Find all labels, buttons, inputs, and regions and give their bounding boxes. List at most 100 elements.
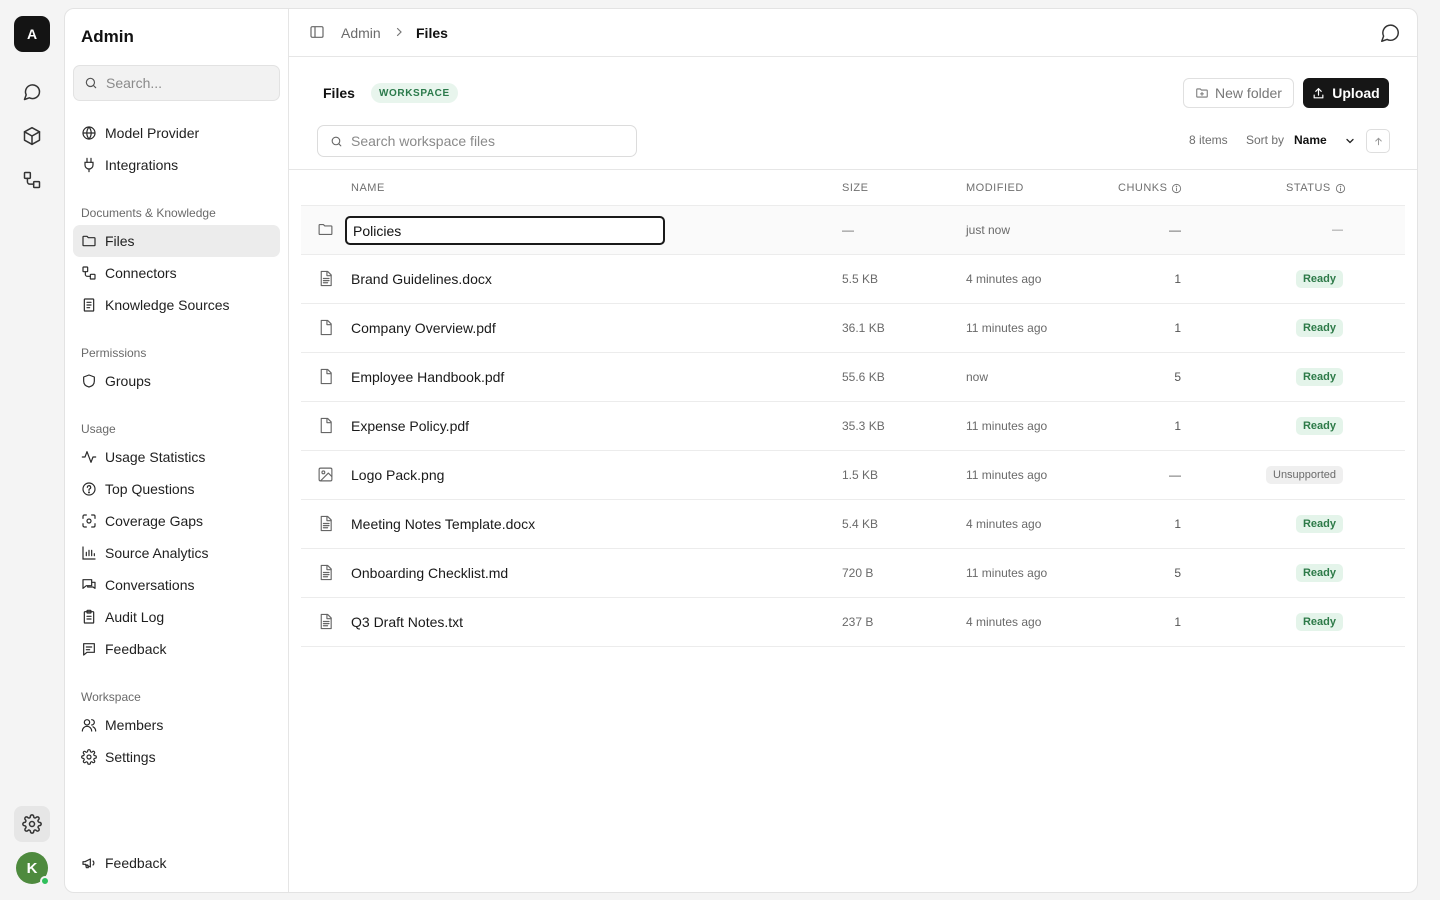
sort-select[interactable]: Name xyxy=(1294,133,1350,147)
sidebar-item-feedback[interactable]: Feedback xyxy=(73,633,280,665)
items-count: 8 items xyxy=(1189,133,1228,147)
sidebar-item-coverage-gaps[interactable]: Coverage Gaps xyxy=(73,505,280,537)
file-modified: 4 minutes ago xyxy=(966,615,1042,629)
section-workspace: Workspace xyxy=(81,690,141,704)
chat-bubble-icon[interactable] xyxy=(1379,22,1401,44)
chat-icon[interactable] xyxy=(14,74,50,110)
file-name[interactable]: Meeting Notes Template.docx xyxy=(351,516,535,532)
gear-icon[interactable] xyxy=(14,806,50,842)
file-search[interactable] xyxy=(317,125,637,157)
column-header-name[interactable]: NAME xyxy=(351,182,385,194)
sidebar-item-conversations[interactable]: Conversations xyxy=(73,569,280,601)
search-icon xyxy=(331,136,342,146)
table-row[interactable]: Employee Handbook.pdf 55.6 KB now 5 Read… xyxy=(301,353,1405,402)
file-modified: 4 minutes ago xyxy=(966,517,1042,531)
table-row[interactable]: Brand Guidelines.docx 5.5 KB 4 minutes a… xyxy=(301,255,1405,304)
table-row[interactable]: Company Overview.pdf 36.1 KB 11 minutes … xyxy=(301,304,1405,353)
file-name[interactable]: Onboarding Checklist.md xyxy=(351,565,508,581)
folder-plus-icon xyxy=(1196,88,1208,98)
sidebar-item-label: Groups xyxy=(105,373,151,389)
message-square-icon xyxy=(83,643,95,656)
new-folder-button[interactable]: New folder xyxy=(1183,78,1294,108)
file-size: 1.5 KB xyxy=(842,468,879,482)
file-search-input[interactable] xyxy=(351,133,621,149)
globe-icon xyxy=(82,126,96,140)
admin-sidebar: Admin Model Provider Integrations Docume… xyxy=(65,9,289,892)
sidebar-footer-feedback[interactable]: Feedback xyxy=(73,847,280,879)
cube-icon[interactable] xyxy=(14,118,50,154)
file-size: 5.4 KB xyxy=(842,517,879,531)
book-icon xyxy=(83,298,95,312)
megaphone-icon xyxy=(82,858,95,869)
activity-icon xyxy=(81,451,97,463)
upload-button[interactable]: Upload xyxy=(1303,78,1389,108)
sidebar-item-audit-log[interactable]: Audit Log xyxy=(73,601,280,633)
sidebar-toggle-icon[interactable] xyxy=(309,24,325,40)
file-text-icon xyxy=(317,515,334,532)
table-row[interactable]: Onboarding Checklist.md 720 B 11 minutes… xyxy=(301,549,1405,598)
sidebar-item-label: Settings xyxy=(105,749,156,765)
info-icon[interactable] xyxy=(1171,183,1182,194)
breadcrumb-admin[interactable]: Admin xyxy=(341,25,381,41)
sidebar-item-usage-statistics[interactable]: Usage Statistics xyxy=(73,441,280,473)
online-status-dot xyxy=(40,876,50,886)
file-name[interactable]: Q3 Draft Notes.txt xyxy=(351,614,463,630)
upload-label: Upload xyxy=(1332,85,1380,101)
sidebar-search-input[interactable] xyxy=(106,75,266,91)
connector-icon xyxy=(82,266,96,280)
chevron-right-icon xyxy=(393,26,405,38)
column-header-chunks[interactable]: CHUNKS xyxy=(1118,182,1182,194)
file-name[interactable]: Logo Pack.png xyxy=(351,467,444,483)
file-size: 35.3 KB xyxy=(842,419,885,433)
status-badge: Ready xyxy=(1295,368,1343,386)
rename-folder-input[interactable] xyxy=(345,216,665,245)
info-icon[interactable] xyxy=(1335,183,1346,194)
chevron-down-icon[interactable] xyxy=(1344,135,1356,147)
sidebar-item-groups[interactable]: Groups xyxy=(73,365,280,397)
sort-direction-button[interactable] xyxy=(1366,129,1390,153)
column-header-modified[interactable]: MODIFIED xyxy=(966,182,1024,194)
sidebar-item-label: Feedback xyxy=(105,641,167,657)
sidebar-item-knowledge-sources[interactable]: Knowledge Sources xyxy=(73,289,280,321)
sidebar-item-top-questions[interactable]: Top Questions xyxy=(73,473,280,505)
sidebar-item-model-provider[interactable]: Model Provider xyxy=(73,117,280,149)
status-badge: — xyxy=(1332,224,1343,236)
section-permissions: Permissions xyxy=(81,346,147,360)
table-row[interactable]: Q3 Draft Notes.txt 237 B 4 minutes ago 1… xyxy=(301,598,1405,647)
workspace-avatar[interactable]: A xyxy=(14,16,50,52)
status-badge: Ready xyxy=(1295,564,1343,582)
file-name[interactable]: Brand Guidelines.docx xyxy=(351,271,492,287)
file-name[interactable]: Expense Policy.pdf xyxy=(351,418,469,434)
column-header-label: CHUNKS xyxy=(1118,182,1168,194)
file-chunks: — xyxy=(1169,468,1181,482)
sidebar-item-members[interactable]: Members xyxy=(73,709,280,741)
table-row[interactable]: — just now — — xyxy=(301,206,1405,255)
sidebar-item-files[interactable]: Files xyxy=(73,225,280,257)
sidebar-item-label: Coverage Gaps xyxy=(105,513,204,529)
section-documents-knowledge: Documents & Knowledge xyxy=(81,206,216,220)
table-row[interactable]: Logo Pack.png 1.5 KB 11 minutes ago — Un… xyxy=(301,451,1405,500)
sidebar-item-source-analytics[interactable]: Source Analytics xyxy=(73,537,280,569)
sidebar-item-settings[interactable]: Settings xyxy=(73,741,280,773)
folder-icon xyxy=(317,221,334,238)
file-chunks: 1 xyxy=(1174,272,1181,286)
plug-icon xyxy=(84,157,94,173)
column-header-size[interactable]: SIZE xyxy=(842,182,868,194)
sidebar-item-label: Top Questions xyxy=(105,481,195,497)
workflow-icon[interactable] xyxy=(14,162,50,198)
clipboard-icon xyxy=(83,609,95,624)
file-modified: now xyxy=(966,370,989,384)
breadcrumb-files: Files xyxy=(416,25,448,41)
workspace-badge: WORKSPACE xyxy=(371,83,458,103)
file-name[interactable]: Company Overview.pdf xyxy=(351,320,496,336)
sidebar-search[interactable] xyxy=(73,65,280,101)
sidebar-item-integrations[interactable]: Integrations xyxy=(73,149,280,181)
table-row[interactable]: Meeting Notes Template.docx 5.4 KB 4 min… xyxy=(301,500,1405,549)
column-header-status[interactable]: STATUS xyxy=(1286,182,1346,194)
sidebar-item-label: Source Analytics xyxy=(105,545,209,561)
file-name[interactable]: Employee Handbook.pdf xyxy=(351,369,504,385)
table-row[interactable]: Expense Policy.pdf 35.3 KB 11 minutes ag… xyxy=(301,402,1405,451)
sidebar-item-connectors[interactable]: Connectors xyxy=(73,257,280,289)
file-modified: 11 minutes ago xyxy=(966,566,1048,580)
sidebar-item-label: Knowledge Sources xyxy=(105,297,230,313)
